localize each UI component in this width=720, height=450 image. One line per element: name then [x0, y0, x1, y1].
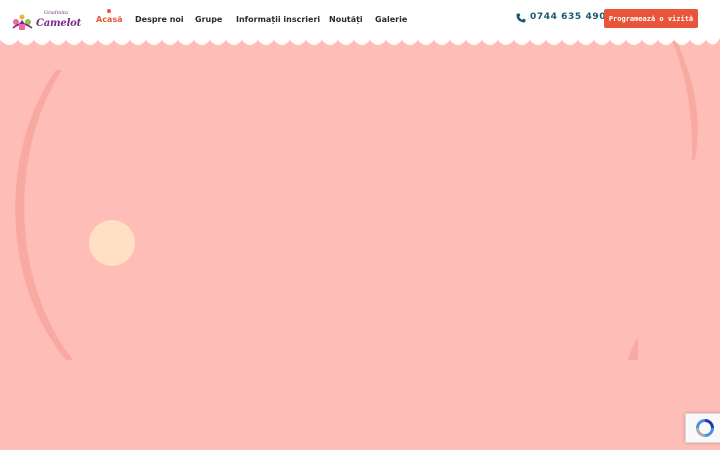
site-logo[interactable]: Gradinita Camelot [10, 8, 81, 34]
right-arc [672, 40, 698, 160]
phone-icon [516, 13, 526, 23]
recaptcha-badge[interactable] [685, 413, 720, 443]
nav-item-informatii-inscrieri[interactable]: Informații inscrieri [236, 15, 320, 24]
active-nav-indicator [107, 9, 111, 13]
nav-item-grupe[interactable]: Grupe [195, 15, 222, 24]
logo-title: Camelot [36, 18, 82, 29]
nav-item-galerie[interactable]: Galerie [375, 15, 407, 24]
left-arc [15, 70, 73, 360]
site-header: Gradinita Camelot Acasă Despre noi Grupe… [0, 0, 720, 50]
nav-item-acasa[interactable]: Acasă [96, 15, 123, 24]
phone-number: 0744 635 490 [530, 12, 607, 22]
nav-item-despre-noi[interactable]: Despre noi [135, 15, 184, 24]
nav-item-noutati[interactable]: Noutăți [329, 15, 363, 24]
logo-tagline: Gradinita [44, 10, 68, 16]
cream-circle [89, 220, 135, 266]
schedule-visit-button[interactable]: Programează o vizită [604, 9, 698, 28]
hero-decoration [15, 40, 698, 360]
right-arc-bottom [628, 338, 638, 360]
recaptcha-icon [696, 419, 714, 437]
